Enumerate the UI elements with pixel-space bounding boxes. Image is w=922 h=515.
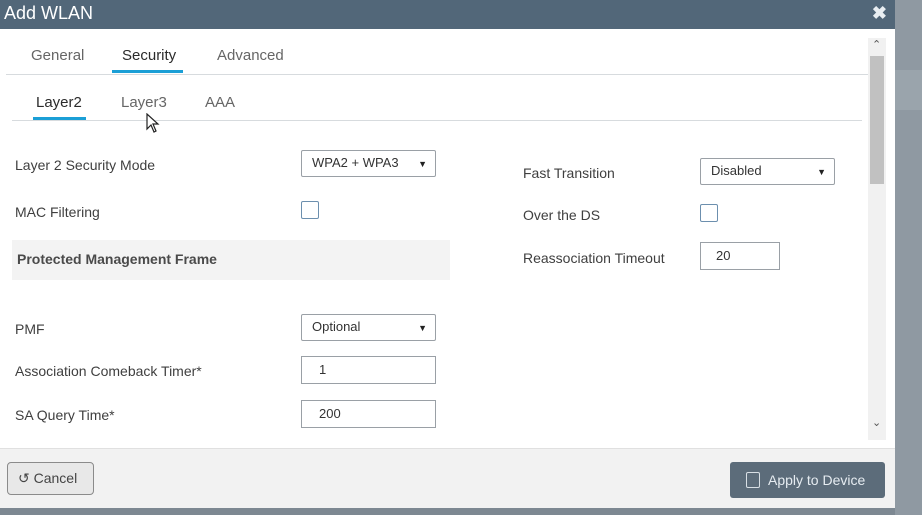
dialog-titlebar: Add WLAN ✖	[0, 0, 895, 29]
secondary-tabs: Layer2 Layer3 AAA	[12, 88, 862, 121]
reassoc-timeout-label: Reassociation Timeout	[523, 250, 665, 266]
save-icon	[746, 472, 760, 488]
tab-aaa[interactable]: AAA	[205, 94, 235, 111]
caret-down-icon: ▼	[418, 159, 427, 169]
close-icon[interactable]: ✖	[872, 3, 887, 24]
pmf-value: Optional	[312, 319, 361, 334]
backdrop-edge	[895, 0, 922, 515]
apply-button-label: Apply to Device	[768, 472, 866, 488]
dialog-scrollbar[interactable]: ⌃ ⌄	[868, 38, 886, 440]
caret-down-icon: ▼	[817, 167, 826, 177]
scrollbar-thumb[interactable]	[870, 56, 884, 184]
tab-layer3[interactable]: Layer3	[121, 94, 167, 111]
tab-general[interactable]: General	[31, 47, 84, 64]
mac-filtering-label: MAC Filtering	[15, 204, 100, 220]
over-the-ds-label: Over the DS	[523, 207, 601, 223]
tab-advanced[interactable]: Advanced	[217, 47, 284, 64]
pmf-section-title: Protected Management Frame	[17, 251, 217, 267]
sa-query-time-value: 200	[319, 406, 341, 421]
cancel-button-label: Cancel	[33, 470, 78, 486]
fast-transition-select[interactable]: Disabled ▼	[700, 158, 835, 185]
pmf-section-header: Protected Management Frame	[12, 240, 450, 280]
scroll-up-icon[interactable]: ⌃	[872, 38, 881, 51]
cancel-button[interactable]: ↺ Cancel	[7, 462, 94, 495]
security-mode-select[interactable]: WPA2 + WPA3 ▼	[301, 150, 436, 177]
active-tab-indicator	[112, 70, 183, 73]
tab-layer2[interactable]: Layer2	[36, 94, 82, 111]
active-subtab-indicator	[33, 117, 86, 120]
add-wlan-dialog: Add WLAN ✖ General Security Advanced Lay…	[0, 0, 895, 508]
comeback-timer-value: 1	[319, 362, 327, 377]
pmf-select[interactable]: Optional ▼	[301, 314, 436, 341]
caret-down-icon: ▼	[418, 323, 427, 333]
tab-security[interactable]: Security	[122, 47, 176, 64]
dialog-footer: ↺ Cancel Apply to Device	[0, 448, 895, 508]
dialog-title: Add WLAN	[4, 3, 94, 23]
comeback-timer-label: Association Comeback Timer*	[15, 363, 202, 379]
reassoc-timeout-input[interactable]: 20	[700, 242, 780, 270]
security-mode-label: Layer 2 Security Mode	[15, 157, 156, 173]
comeback-timer-input[interactable]: 1	[301, 356, 436, 384]
mac-filtering-checkbox[interactable]	[301, 201, 319, 219]
backdrop-strip	[895, 70, 922, 110]
scroll-down-icon[interactable]: ⌄	[872, 416, 881, 429]
sa-query-time-label: SA Query Time*	[15, 407, 115, 423]
reassoc-timeout-value: 20	[716, 248, 731, 263]
fast-transition-label: Fast Transition	[523, 165, 615, 181]
mouse-pointer-icon	[146, 112, 160, 138]
sa-query-time-input[interactable]: 200	[301, 400, 436, 428]
fast-transition-value: Disabled	[711, 163, 762, 178]
undo-icon: ↺	[18, 470, 30, 486]
pmf-label: PMF	[15, 321, 45, 337]
security-mode-value: WPA2 + WPA3	[312, 155, 399, 170]
apply-to-device-button[interactable]: Apply to Device	[730, 462, 885, 498]
over-the-ds-checkbox[interactable]	[700, 204, 718, 222]
